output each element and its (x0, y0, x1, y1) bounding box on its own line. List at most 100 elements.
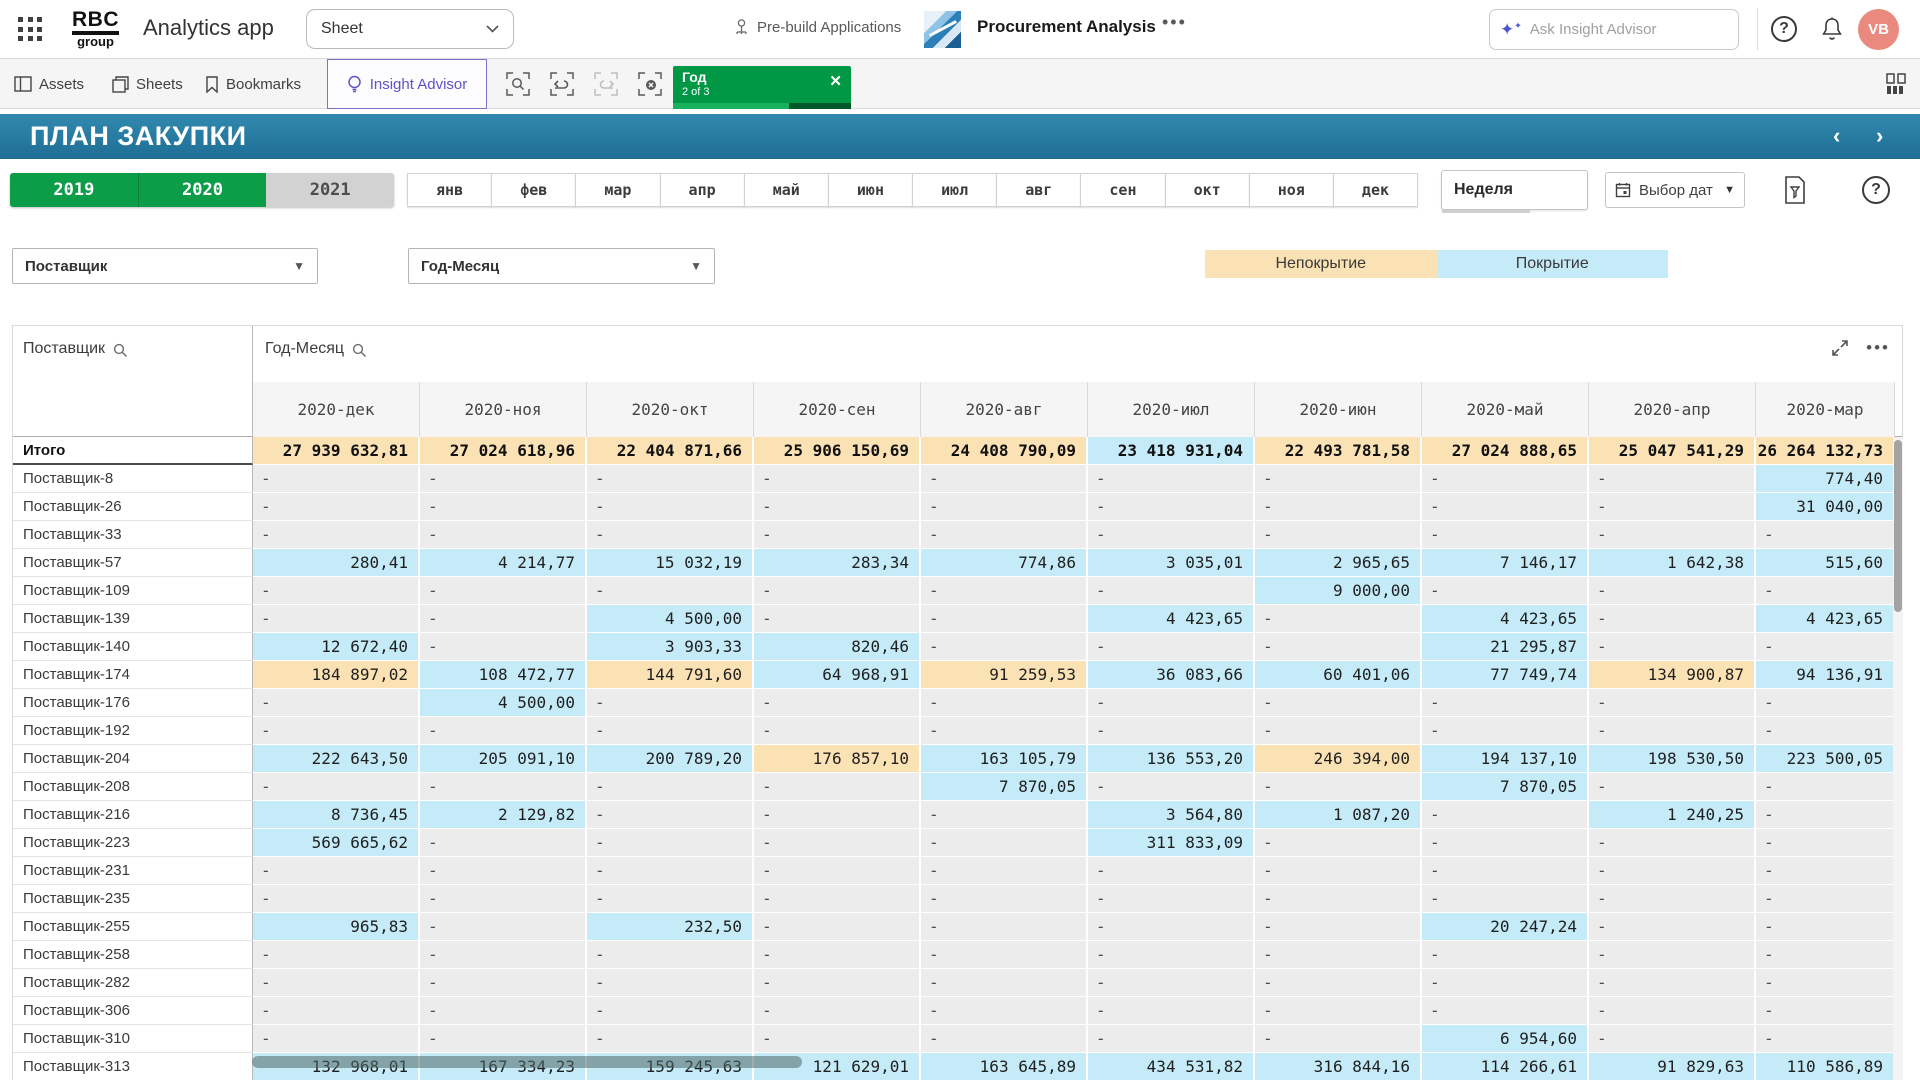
sheet-help-button[interactable]: ? (1862, 176, 1890, 204)
pivot-row-label[interactable]: Поставщик-109 (13, 577, 253, 605)
row-dimension-header[interactable]: Поставщик (13, 326, 253, 437)
month-button-ноя[interactable]: ноя (1249, 173, 1334, 207)
month-button-фев[interactable]: фев (491, 173, 576, 207)
app-launcher-icon[interactable] (18, 17, 44, 43)
week-filter[interactable]: Неделя (1441, 170, 1588, 210)
pivot-cell: 283,34 (754, 549, 921, 577)
month-button-дек[interactable]: дек (1333, 173, 1418, 207)
undo-selection-icon[interactable] (549, 71, 575, 97)
object-menu-icon[interactable]: ••• (1866, 338, 1890, 358)
pivot-cell: - (1088, 885, 1255, 913)
month-button-мар[interactable]: мар (575, 173, 660, 207)
pivot-cell: 4 214,77 (420, 549, 587, 577)
filter-pane-icon[interactable] (1782, 175, 1808, 205)
pivot-row-label[interactable]: Поставщик-8 (13, 465, 253, 493)
insight-advisor-button[interactable]: Insight Advisor (327, 59, 487, 109)
assets-button[interactable]: Assets (14, 59, 84, 109)
pivot-row-label[interactable]: Поставщик-231 (13, 857, 253, 885)
pivot-cell: 7 146,17 (1422, 549, 1589, 577)
month-button-окт[interactable]: окт (1165, 173, 1250, 207)
pivot-row-label[interactable]: Поставщик-282 (13, 969, 253, 997)
pivot-row-label[interactable]: Поставщик-223 (13, 829, 253, 857)
pivot-row-label[interactable]: Поставщик-208 (13, 773, 253, 801)
pivot-column-header[interactable]: 2020-май (1422, 382, 1589, 437)
pivot-cell: - (1589, 1025, 1756, 1053)
notifications-bell-icon[interactable] (1820, 16, 1844, 42)
prev-sheet-arrow[interactable]: ‹ (1833, 123, 1840, 149)
column-dimension-header[interactable]: Год-Месяц ••• (253, 326, 1903, 382)
search-icon[interactable] (113, 343, 128, 358)
pivot-row-label[interactable]: Поставщик-176 (13, 689, 253, 717)
yearmonth-filter-dropdown[interactable]: Год-Месяц ▼ (408, 248, 715, 284)
pivot-row-label[interactable]: Поставщик-204 (13, 745, 253, 773)
expand-icon[interactable] (1830, 338, 1850, 358)
pivot-cell: 64 968,91 (754, 661, 921, 689)
pivot-column-header[interactable]: 2020-окт (587, 382, 754, 437)
year-button-2021[interactable]: 2021 (266, 173, 394, 207)
app-thumbnail[interactable] (924, 11, 961, 48)
search-selections-icon[interactable] (505, 71, 531, 97)
month-button-авг[interactable]: авг (996, 173, 1081, 207)
year-button-2020[interactable]: 2020 (138, 173, 267, 207)
help-icon[interactable]: ? (1771, 16, 1797, 42)
sheet-selector-dropdown[interactable]: Sheet (306, 9, 514, 49)
pivot-row-label[interactable]: Поставщик-26 (13, 493, 253, 521)
bookmarks-button[interactable]: Bookmarks (205, 59, 301, 109)
pivot-row-label[interactable]: Поставщик-235 (13, 885, 253, 913)
pivot-row-label[interactable]: Поставщик-33 (13, 521, 253, 549)
pivot-row-label[interactable]: Поставщик-57 (13, 549, 253, 577)
search-icon[interactable] (352, 343, 367, 358)
pivot-column-header[interactable]: 2020-мар (1756, 382, 1895, 437)
month-button-май[interactable]: май (744, 173, 829, 207)
pivot-row-label[interactable]: Поставщик-310 (13, 1025, 253, 1053)
pivot-column-header[interactable]: 2020-дек (253, 382, 420, 437)
pivot-row-label[interactable]: Поставщик-313 (13, 1053, 253, 1080)
pivot-row-label[interactable]: Поставщик-258 (13, 941, 253, 969)
month-button-янв[interactable]: янв (407, 173, 492, 207)
ask-insight-advisor-input[interactable] (1530, 21, 1710, 38)
pivot-column-header[interactable]: 2020-сен (754, 382, 921, 437)
pivot-column-header[interactable]: 2020-ноя (420, 382, 587, 437)
month-button-июл[interactable]: июл (912, 173, 997, 207)
pivot-row-label[interactable]: Поставщик-306 (13, 997, 253, 1025)
pivot-row-label[interactable]: Поставщик-140 (13, 633, 253, 661)
prebuild-applications-link[interactable]: Pre-build Applications (733, 18, 901, 36)
pivot-row-label[interactable]: Поставщик-192 (13, 717, 253, 745)
clear-selections-icon[interactable] (637, 71, 663, 97)
month-button-сен[interactable]: сен (1080, 173, 1165, 207)
vertical-scrollbar-thumb[interactable] (1894, 440, 1902, 612)
pivot-rows: Итого27 939 632,8127 024 618,9622 404 87… (13, 437, 1903, 1080)
pivot-total-label[interactable]: Итого (13, 437, 253, 465)
pivot-cell: - (754, 829, 921, 857)
supplier-filter-dropdown[interactable]: Поставщик ▼ (12, 248, 318, 284)
year-button-2019[interactable]: 2019 (10, 173, 138, 207)
pivot-row-label[interactable]: Поставщик-255 (13, 913, 253, 941)
vertical-scrollbar[interactable] (1893, 437, 1903, 1080)
app-more-menu[interactable]: ••• (1162, 12, 1187, 33)
pivot-row-label[interactable]: Поставщик-174 (13, 661, 253, 689)
pivot-column-header[interactable]: 2020-июн (1255, 382, 1422, 437)
filter-chip-close-icon[interactable]: ✕ (829, 72, 842, 90)
date-picker-dropdown[interactable]: Выбор дат ▼ (1605, 172, 1745, 208)
pivot-column-header[interactable]: 2020-авг (921, 382, 1088, 437)
pivot-column-header[interactable]: 2020-июл (1088, 382, 1255, 437)
horizontal-scrollbar-thumb[interactable] (252, 1056, 802, 1068)
sheet-layout-icon[interactable] (1884, 72, 1908, 96)
pivot-cell: 114 266,61 (1422, 1053, 1589, 1080)
pivot-row-label[interactable]: Поставщик-139 (13, 605, 253, 633)
current-app-name[interactable]: Procurement Analysis (977, 17, 1156, 37)
user-avatar[interactable]: VB (1858, 9, 1899, 50)
redo-selection-icon[interactable] (593, 71, 619, 97)
ask-insight-advisor-box[interactable]: ✦✦ (1489, 9, 1739, 50)
pivot-row-label[interactable]: Поставщик-216 (13, 801, 253, 829)
next-sheet-arrow[interactable]: › (1876, 123, 1883, 149)
chevron-down-icon (486, 25, 499, 33)
month-button-апр[interactable]: апр (660, 173, 745, 207)
sheets-button[interactable]: Sheets (112, 59, 183, 109)
legend-item: Непокрытие (1205, 250, 1437, 278)
pivot-cell: - (921, 521, 1088, 549)
month-button-июн[interactable]: июн (828, 173, 913, 207)
filter-chip-year[interactable]: Год 2 of 3 ✕ (673, 66, 851, 109)
pivot-column-header[interactable]: 2020-апр (1589, 382, 1756, 437)
table-row: Поставщик-231---------- (13, 857, 1903, 885)
